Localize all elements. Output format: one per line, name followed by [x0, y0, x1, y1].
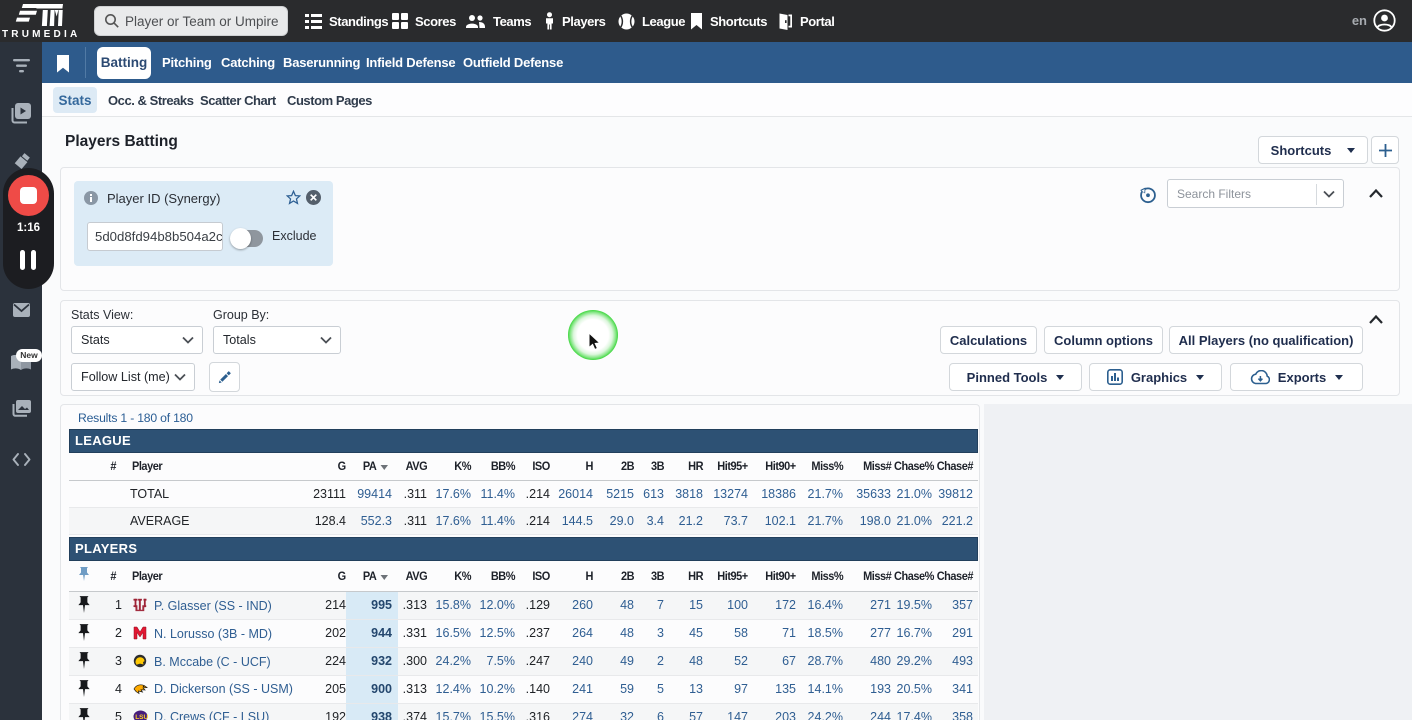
svg-text:LSU: LSU — [135, 714, 148, 720]
svg-text:TRUMEDIA: TRUMEDIA — [2, 29, 80, 40]
